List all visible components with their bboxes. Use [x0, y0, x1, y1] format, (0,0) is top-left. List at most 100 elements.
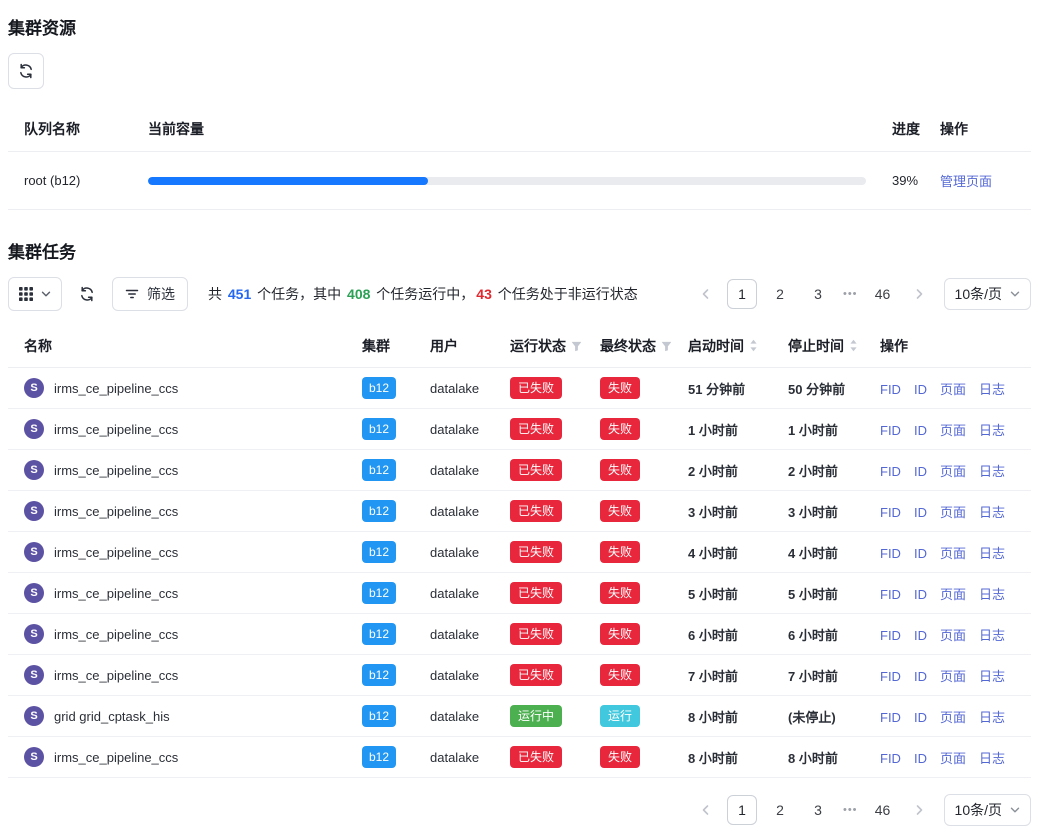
tasks-tbody: S irms_ce_pipeline_ccs b12 datalake 已失败 …	[8, 368, 1031, 778]
run-status-badge: 已失败	[510, 500, 562, 522]
start-time: 5 小时前	[672, 573, 772, 614]
spark-avatar-icon: S	[24, 706, 44, 726]
run-status-badge: 已失败	[510, 418, 562, 440]
log-link[interactable]: 日志	[979, 423, 1005, 438]
start-time: 4 小时前	[672, 532, 772, 573]
filter-funnel-icon[interactable]	[571, 341, 582, 352]
page-button-2[interactable]: 2	[765, 279, 795, 309]
page-size-select[interactable]: 10条/页	[944, 278, 1031, 310]
row-actions: FID ID 页面日志	[864, 409, 1031, 450]
task-name: irms_ce_pipeline_ccs	[54, 504, 178, 519]
prev-page-button[interactable]	[693, 280, 719, 308]
page-link[interactable]: 页面	[940, 710, 966, 725]
pagination-ellipsis[interactable]: •••	[841, 804, 860, 816]
id-link[interactable]: ID	[914, 423, 927, 438]
refresh-tasks-button[interactable]	[74, 277, 100, 311]
log-link[interactable]: 日志	[979, 464, 1005, 479]
prev-page-button[interactable]	[693, 796, 719, 824]
fid-link[interactable]: FID	[880, 382, 901, 397]
fid-link[interactable]: FID	[880, 587, 901, 602]
row-actions: FID ID 页面日志	[864, 368, 1031, 409]
next-page-button[interactable]	[906, 796, 932, 824]
log-link[interactable]: 日志	[979, 382, 1005, 397]
task-user: datalake	[414, 614, 494, 655]
id-link[interactable]: ID	[914, 546, 927, 561]
task-name: irms_ce_pipeline_ccs	[54, 422, 178, 437]
log-link[interactable]: 日志	[979, 546, 1005, 561]
page-button-3[interactable]: 3	[803, 279, 833, 309]
final-status-badge: 失败	[600, 746, 640, 768]
page-button-1[interactable]: 1	[727, 279, 757, 309]
task-name: grid grid_cptask_his	[54, 709, 170, 724]
manage-page-link[interactable]: 管理页面	[940, 174, 992, 189]
id-link[interactable]: ID	[914, 587, 927, 602]
chevron-down-icon	[1010, 289, 1020, 299]
page-link[interactable]: 页面	[940, 464, 966, 479]
final-status-badge: 失败	[600, 582, 640, 604]
log-link[interactable]: 日志	[979, 751, 1005, 766]
task-user: datalake	[414, 655, 494, 696]
next-page-button[interactable]	[906, 280, 932, 308]
pagination-ellipsis[interactable]: •••	[841, 288, 860, 300]
id-link[interactable]: ID	[914, 669, 927, 684]
run-status-badge: 已失败	[510, 582, 562, 604]
id-link[interactable]: ID	[914, 382, 927, 397]
fid-link[interactable]: FID	[880, 505, 901, 520]
stop-time: 3 小时前	[772, 491, 864, 532]
stop-time: 1 小时前	[772, 409, 864, 450]
id-link[interactable]: ID	[914, 505, 927, 520]
cluster-badge: b12	[362, 500, 396, 522]
run-status-badge: 已失败	[510, 459, 562, 481]
fid-link[interactable]: FID	[880, 546, 901, 561]
fid-link[interactable]: FID	[880, 423, 901, 438]
id-link[interactable]: ID	[914, 464, 927, 479]
id-link[interactable]: ID	[914, 710, 927, 725]
page-link[interactable]: 页面	[940, 505, 966, 520]
task-user: datalake	[414, 450, 494, 491]
start-time: 2 小时前	[672, 450, 772, 491]
filter-button[interactable]: 筛选	[112, 277, 188, 311]
sort-icon[interactable]	[849, 339, 858, 352]
page-button-3[interactable]: 3	[803, 795, 833, 825]
log-link[interactable]: 日志	[979, 710, 1005, 725]
table-row: S irms_ce_pipeline_ccs b12 datalake 已失败 …	[8, 409, 1031, 450]
id-link[interactable]: ID	[914, 628, 927, 643]
page-size-select[interactable]: 10条/页	[944, 794, 1031, 826]
col-start-time: 启动时间	[672, 325, 772, 368]
row-actions: FID ID 页面日志	[864, 491, 1031, 532]
page-link[interactable]: 页面	[940, 546, 966, 561]
spark-avatar-icon: S	[24, 665, 44, 685]
page-link[interactable]: 页面	[940, 382, 966, 397]
page-button-46[interactable]: 46	[868, 795, 898, 825]
spark-avatar-icon: S	[24, 501, 44, 521]
start-time: 7 小时前	[672, 655, 772, 696]
fid-link[interactable]: FID	[880, 669, 901, 684]
page-link[interactable]: 页面	[940, 669, 966, 684]
page-button-2[interactable]: 2	[765, 795, 795, 825]
view-selector-button[interactable]	[8, 277, 62, 311]
page-link[interactable]: 页面	[940, 751, 966, 766]
log-link[interactable]: 日志	[979, 505, 1005, 520]
page-button-46[interactable]: 46	[868, 279, 898, 309]
page-link[interactable]: 页面	[940, 587, 966, 602]
sort-icon[interactable]	[749, 339, 758, 352]
stop-time: 5 小时前	[772, 573, 864, 614]
fid-link[interactable]: FID	[880, 628, 901, 643]
id-link[interactable]: ID	[914, 751, 927, 766]
fid-link[interactable]: FID	[880, 751, 901, 766]
spark-avatar-icon: S	[24, 583, 44, 603]
fid-link[interactable]: FID	[880, 710, 901, 725]
log-link[interactable]: 日志	[979, 628, 1005, 643]
run-status-badge: 已失败	[510, 664, 562, 686]
log-link[interactable]: 日志	[979, 587, 1005, 602]
col-name: 名称	[8, 325, 346, 368]
run-status-badge: 运行中	[510, 705, 562, 727]
col-label: 停止时间	[788, 338, 844, 354]
page-link[interactable]: 页面	[940, 423, 966, 438]
filter-funnel-icon[interactable]	[661, 341, 672, 352]
log-link[interactable]: 日志	[979, 669, 1005, 684]
page-button-1[interactable]: 1	[727, 795, 757, 825]
fid-link[interactable]: FID	[880, 464, 901, 479]
page-link[interactable]: 页面	[940, 628, 966, 643]
refresh-resources-button[interactable]	[8, 53, 44, 89]
